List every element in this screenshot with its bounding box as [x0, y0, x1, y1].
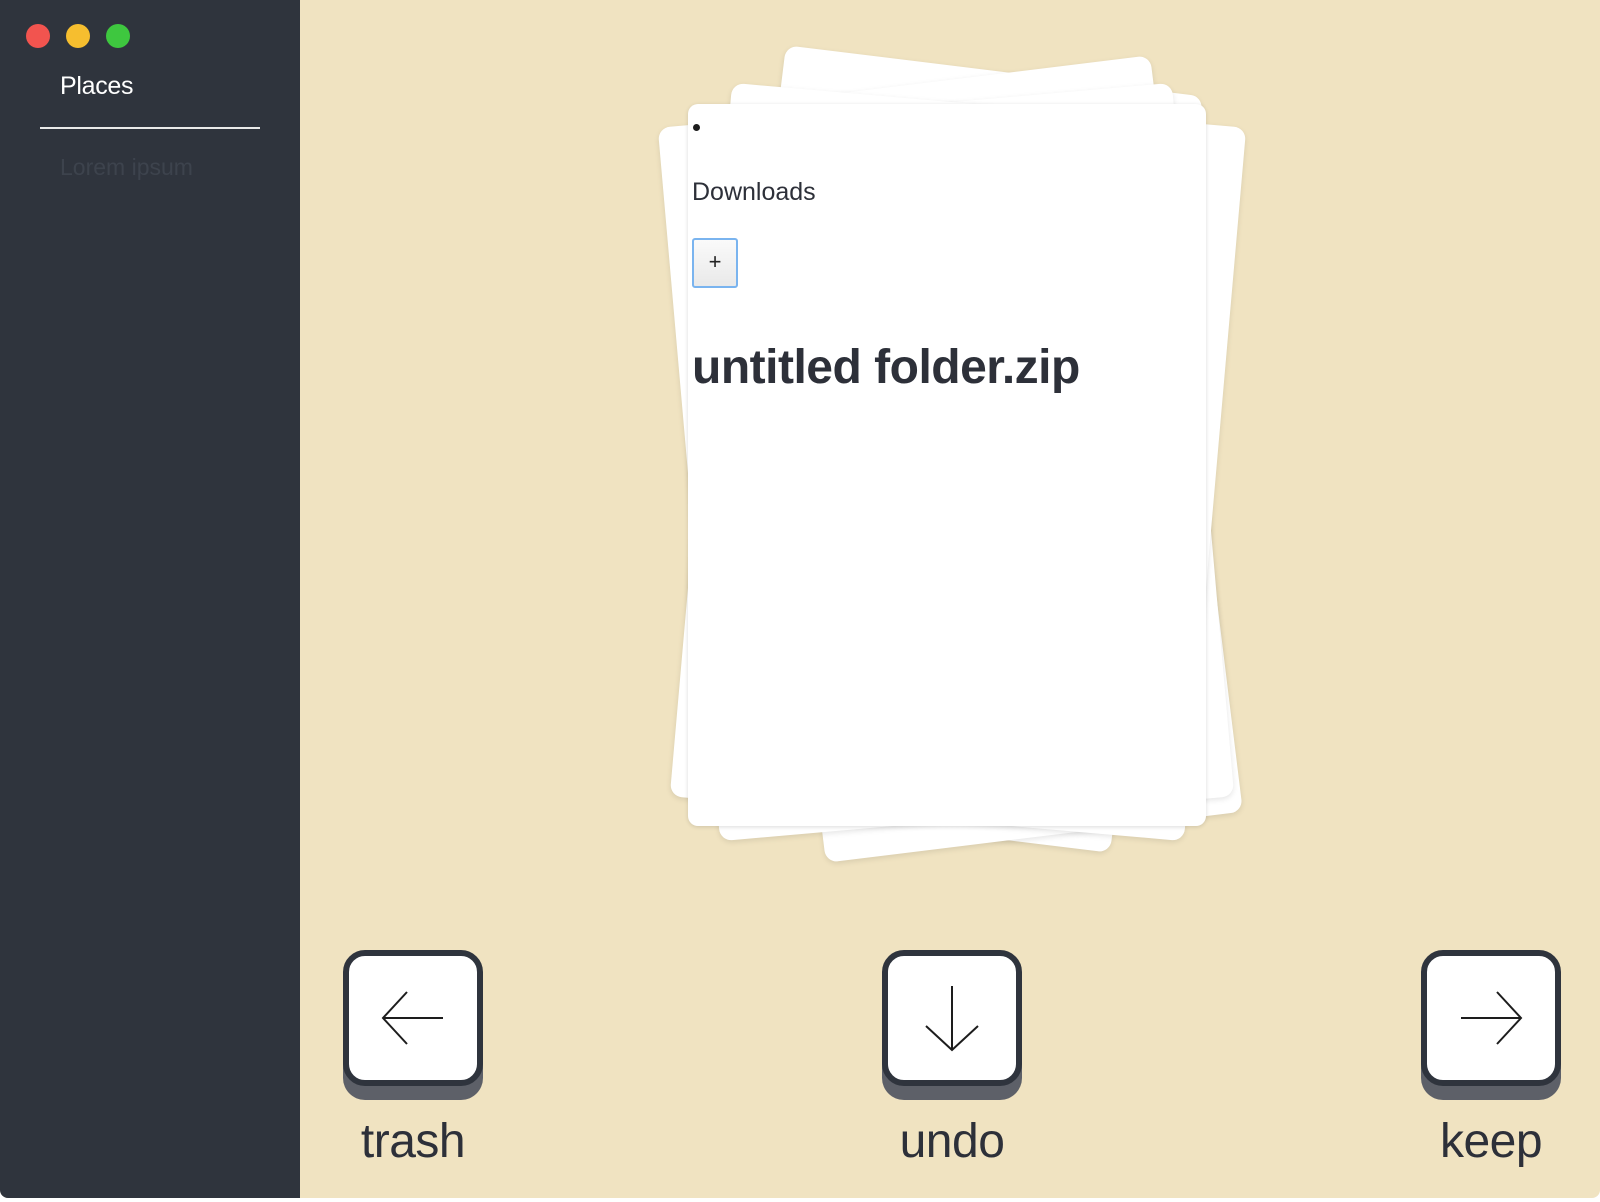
add-button[interactable]: + [692, 238, 738, 288]
bullet-icon [693, 124, 700, 131]
current-file-card[interactable]: Downloads + untitled folder.zip [688, 104, 1206, 826]
keep-button[interactable] [1421, 950, 1561, 1086]
arrow-right-icon [1461, 991, 1523, 1045]
sidebar-title: Places [60, 72, 134, 100]
arrow-down-icon [925, 986, 979, 1052]
sidebar-divider [40, 127, 260, 129]
undo-label: undo [899, 1115, 1005, 1168]
minimize-window-button[interactable] [66, 24, 90, 48]
trash-key[interactable] [343, 950, 483, 1100]
keep-key[interactable] [1421, 950, 1561, 1100]
undo-key[interactable] [882, 950, 1022, 1100]
trash-button[interactable] [343, 950, 483, 1086]
arrow-left-icon [381, 991, 443, 1045]
trash-label: trash [360, 1115, 466, 1168]
folder-name: Downloads [692, 178, 816, 206]
undo-button[interactable] [882, 950, 1022, 1086]
close-window-button[interactable] [26, 24, 50, 48]
keep-label: keep [1439, 1115, 1543, 1168]
file-name: untitled folder.zip [692, 341, 1080, 394]
sidebar-item-lorem-ipsum[interactable]: Lorem ipsum [60, 154, 193, 181]
app-window: Places Lorem ipsum Downloads + untitled … [0, 0, 1600, 1198]
maximize-window-button[interactable] [106, 24, 130, 48]
sidebar: Places Lorem ipsum [0, 0, 300, 1198]
